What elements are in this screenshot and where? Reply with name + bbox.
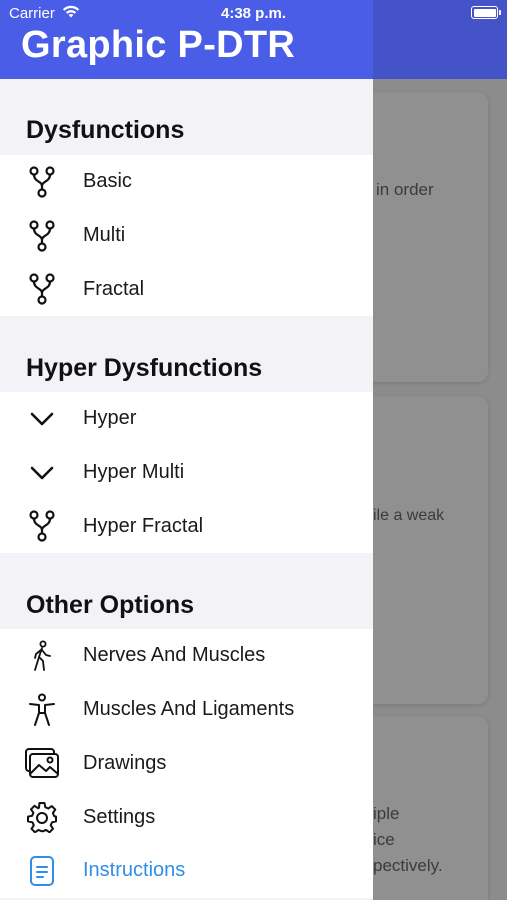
- menu-item-instructions[interactable]: Instructions: [0, 844, 373, 898]
- accessibility-person-icon: [24, 692, 60, 728]
- menu-item-settings[interactable]: Settings: [0, 790, 373, 844]
- card-text: ile a weak: [373, 507, 445, 524]
- section-title-hyper-dysfunctions: Hyper Dysfunctions: [26, 354, 263, 383]
- photos-icon: [24, 745, 60, 781]
- walking-person-icon: [24, 638, 60, 674]
- menu-item-label: Instructions: [83, 859, 186, 882]
- card-text: ice: [373, 830, 395, 849]
- menu-item-label: Hyper Fractal: [83, 514, 204, 537]
- menu-group-other-options: Nerves And Muscles Muscles And Ligaments: [0, 629, 373, 898]
- menu-item-drawings[interactable]: Drawings: [0, 737, 373, 791]
- fork-icon: [24, 508, 60, 544]
- menu-item-basic[interactable]: Basic: [0, 155, 373, 209]
- fork-icon: [24, 271, 60, 307]
- menu-item-label: Nerves And Muscles: [83, 644, 266, 667]
- card-text: in order: [376, 180, 434, 199]
- card-text: iple: [373, 804, 400, 823]
- fork-icon: [24, 218, 60, 254]
- menu-item-label: Hyper: [83, 407, 137, 430]
- menu-item-hyper-multi[interactable]: Hyper Multi: [0, 446, 373, 500]
- status-time: 4:38 p.m.: [220, 5, 287, 22]
- navigation-drawer: Graphic P-DTR Dysfunctions Basic Multi F…: [0, 0, 373, 900]
- menu-item-label: Multi: [83, 224, 126, 247]
- menu-item-label: Settings: [83, 805, 156, 828]
- card-text: pectively.: [373, 856, 443, 875]
- menu-item-label: Fractal: [83, 277, 145, 300]
- gear-icon: [24, 799, 60, 835]
- fork-icon: [24, 164, 60, 200]
- menu-item-hyper[interactable]: Hyper: [0, 392, 373, 446]
- battery-icon: [471, 6, 501, 19]
- menu-item-fractal[interactable]: Fractal: [0, 262, 373, 316]
- menu-item-label: Hyper Multi: [83, 461, 185, 484]
- menu-item-label: Drawings: [83, 751, 167, 774]
- section-title-other-options: Other Options: [26, 591, 195, 620]
- menu-group-dysfunctions: Basic Multi Fractal: [0, 155, 373, 317]
- chevron-down-icon: [24, 455, 60, 491]
- section-title-dysfunctions: Dysfunctions: [26, 116, 185, 144]
- status-bar: Carrier 4:38 p.m.: [0, 0, 507, 28]
- menu-item-nerves-and-muscles[interactable]: Nerves And Muscles: [0, 629, 373, 683]
- app-title: Graphic P-DTR: [21, 24, 296, 66]
- menu-item-muscles-and-ligaments[interactable]: Muscles And Ligaments: [0, 683, 373, 737]
- menu-group-hyper-dysfunctions: Hyper Hyper Multi Hyper Fractal: [0, 392, 373, 554]
- chevron-down-icon: [24, 401, 60, 437]
- menu-item-label: Basic: [83, 170, 132, 193]
- menu-item-multi[interactable]: Multi: [0, 209, 373, 263]
- menu-item-hyper-fractal[interactable]: Hyper Fractal: [0, 499, 373, 553]
- document-icon: [24, 853, 60, 889]
- menu-item-label: Muscles And Ligaments: [83, 698, 295, 721]
